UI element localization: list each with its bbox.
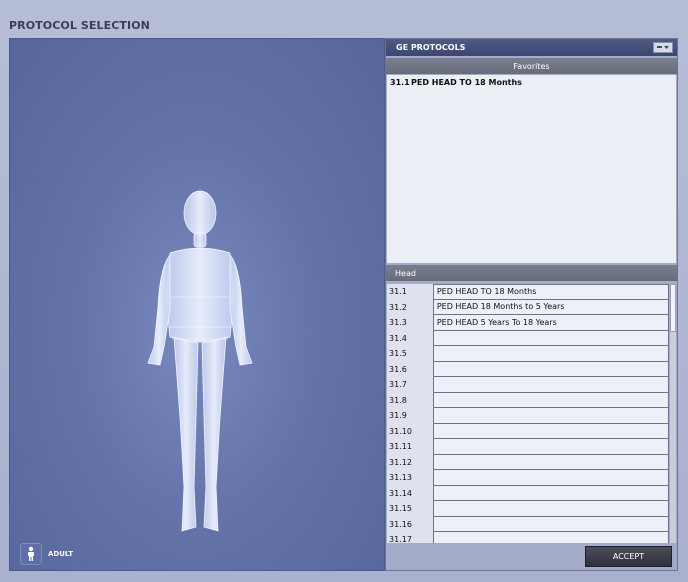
protocol-name: PED HEAD 5 Years To 18 Years (432, 315, 669, 331)
protocol-number: 31.5 (389, 349, 407, 359)
protocol-name (432, 330, 669, 346)
scrollbar-thumb[interactable] (670, 284, 676, 332)
protocol-number: 31.11 (389, 442, 412, 452)
protocol-row[interactable]: 31.2 PED HEAD 18 Months to 5 Years (387, 299, 669, 315)
protocol-number: 31.14 (389, 488, 412, 498)
protocol-name (432, 392, 669, 408)
favorite-item[interactable]: 31.1 PED HEAD TO 18 Months (387, 75, 676, 89)
protocol-row[interactable]: 31.7 (387, 377, 669, 393)
protocol-row[interactable]: 31.1 PED HEAD TO 18 Months (387, 284, 669, 300)
protocol-row[interactable]: 31.10 (387, 423, 669, 439)
favorite-number: 31.1 (390, 77, 410, 87)
protocol-number: 31.13 (389, 473, 412, 483)
adult-label: ADULT (48, 550, 73, 558)
favorites-header: Favorites (386, 58, 677, 74)
person-icon (20, 543, 42, 565)
head-header: Head (386, 265, 677, 281)
protocol-number: 31.9 (389, 411, 407, 421)
protocol-number: 31.16 (389, 519, 412, 529)
protocol-name (432, 501, 669, 517)
protocol-name (432, 377, 669, 393)
protocol-name (432, 532, 669, 543)
scrollbar[interactable] (670, 284, 676, 543)
anatomy-viewer[interactable]: ADULT (9, 38, 385, 571)
favorites-list: 31.1 PED HEAD TO 18 Months (387, 75, 676, 263)
protocol-row[interactable]: 31.11 (387, 439, 669, 455)
protocol-name (432, 408, 669, 424)
protocol-number: 31.3 (389, 318, 407, 328)
protocol-number: 31.10 (389, 426, 412, 436)
protocol-row[interactable]: 31.5 (387, 346, 669, 362)
protocol-name (432, 470, 669, 486)
adult-toggle[interactable]: ADULT (20, 542, 73, 566)
protocol-number: 31.12 (389, 457, 412, 467)
protocol-name (432, 423, 669, 439)
protocol-row[interactable]: 31.3 PED HEAD 5 Years To 18 Years (387, 315, 669, 331)
human-body-icon (147, 190, 253, 532)
protocol-number: 31.2 (389, 302, 407, 312)
page-title: PROTOCOL SELECTION (9, 19, 150, 32)
protocol-row[interactable]: 31.13 (387, 470, 669, 486)
protocol-name (432, 361, 669, 377)
head-group-label: Head (395, 268, 416, 278)
favorites-label: Favorites (513, 61, 550, 71)
protocol-number: 31.8 (389, 395, 407, 405)
protocol-name (432, 439, 669, 455)
protocol-row[interactable]: 31.17 (387, 532, 669, 543)
protocol-row[interactable]: 31.8 (387, 392, 669, 408)
protocol-row[interactable]: 31.4 (387, 330, 669, 346)
protocol-name: PED HEAD TO 18 Months (432, 284, 669, 300)
protocol-row[interactable]: 31.12 (387, 454, 669, 470)
protocol-name (432, 454, 669, 470)
protocol-panel: GE PROTOCOLS Favorites 31.1 PED HEAD TO 1… (385, 38, 678, 571)
protocol-name (432, 516, 669, 532)
protocol-number: 31.4 (389, 333, 407, 343)
accept-button[interactable]: ACCEPT (585, 546, 672, 567)
protocol-number: 31.17 (389, 535, 412, 543)
panel-title: GE PROTOCOLS (396, 43, 466, 52)
protocol-row[interactable]: 31.14 (387, 485, 669, 501)
protocol-row[interactable]: 31.16 (387, 516, 669, 532)
protocol-number: 31.15 (389, 504, 412, 514)
dropdown-icon (657, 46, 669, 49)
protocol-name: PED HEAD 18 Months to 5 Years (432, 299, 669, 315)
protocol-number: 31.6 (389, 364, 407, 374)
protocol-number: 31.1 (389, 287, 407, 297)
protocol-row[interactable]: 31.9 (387, 408, 669, 424)
body-figure[interactable] (130, 187, 270, 537)
protocol-name (432, 485, 669, 501)
dropdown-button[interactable] (653, 42, 673, 53)
protocol-number: 31.7 (389, 380, 407, 390)
favorite-name: PED HEAD TO 18 Months (411, 77, 522, 87)
panel-header: GE PROTOCOLS (386, 39, 677, 56)
protocol-row[interactable]: 31.15 (387, 501, 669, 517)
protocol-row[interactable]: 31.6 (387, 361, 669, 377)
protocol-list: 31.1 PED HEAD TO 18 Months 31.2 PED HEAD 18… (387, 284, 669, 543)
protocol-name (432, 346, 669, 362)
